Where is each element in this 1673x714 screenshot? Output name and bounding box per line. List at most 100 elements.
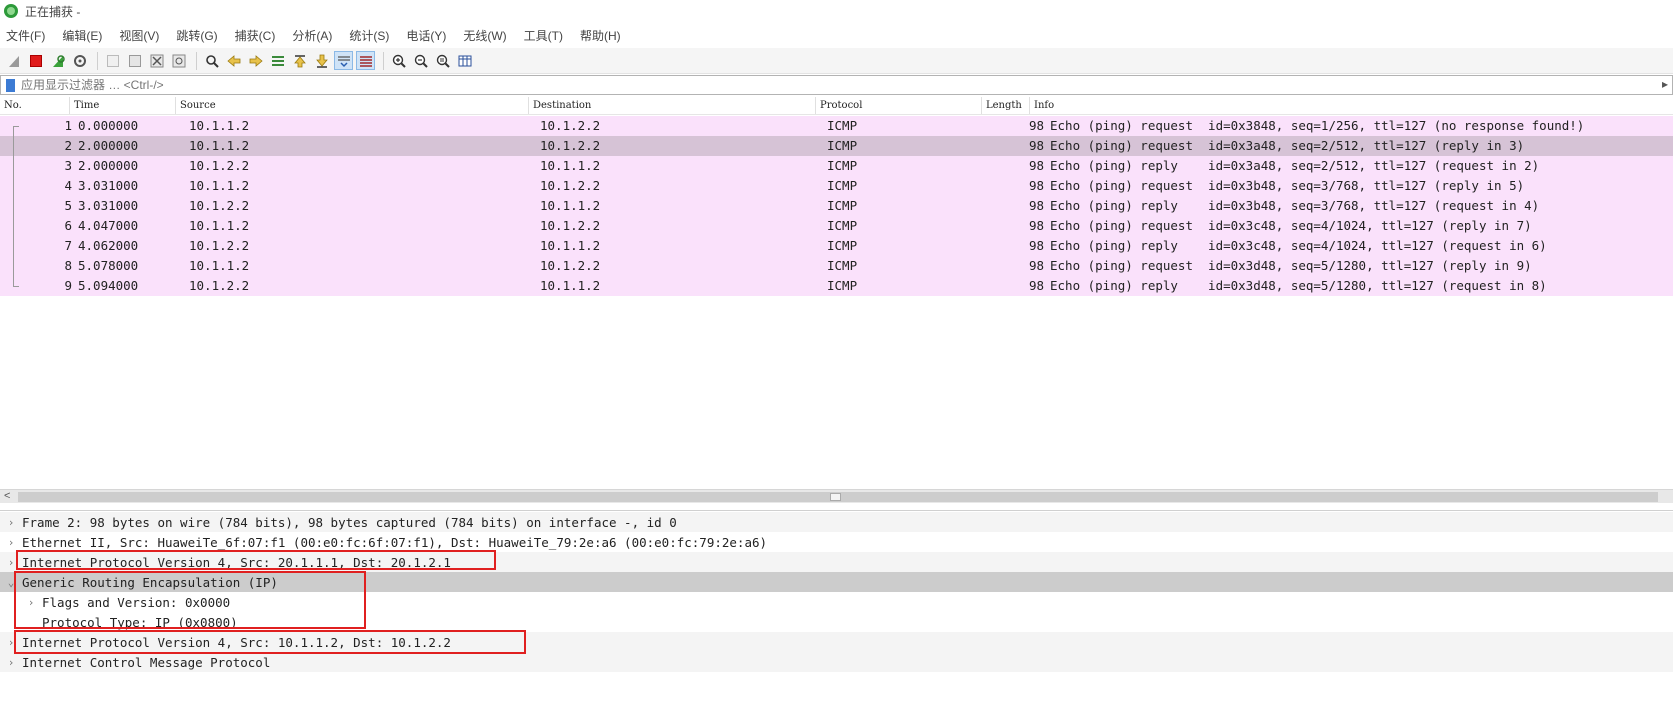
packet-info: Echo (ping) request id=0x3a48, seq=2/512… (1050, 138, 1525, 153)
expand-chevron-icon[interactable]: › (26, 596, 36, 609)
packet-length: 98 (1028, 118, 1044, 133)
tree-item-label: Internet Protocol Version 4, Src: 10.1.1… (22, 634, 451, 650)
colorize-icon[interactable] (356, 51, 375, 70)
packet-row[interactable]: 1 0.000000 10.1.1.2 10.1.2.2 ICMP 98 Ech… (0, 116, 1673, 136)
toolbar-separator (383, 51, 384, 70)
packet-row[interactable]: 6 4.047000 10.1.1.2 10.1.2.2 ICMP 98 Ech… (0, 216, 1673, 236)
tree-item-frame[interactable]: › Frame 2: 98 bytes on wire (784 bits), … (0, 512, 1673, 532)
shark-fin-start-icon[interactable] (4, 51, 23, 70)
menu-capture[interactable]: 捕获(C) (235, 27, 276, 44)
pane-splitter[interactable] (0, 503, 1673, 511)
packet-no: 5 (64, 198, 72, 213)
packet-protocol: ICMP (827, 198, 858, 213)
packet-length: 98 (1028, 258, 1044, 273)
column-header-time[interactable]: Time (70, 97, 176, 114)
expand-chevron-icon[interactable]: › (6, 536, 16, 549)
packet-row[interactable]: 4 3.031000 10.1.1.2 10.1.2.2 ICMP 98 Ech… (0, 176, 1673, 196)
packet-time: 4.062000 (78, 238, 139, 253)
packet-no: 8 (64, 258, 72, 273)
packet-source: 10.1.1.2 (189, 118, 250, 133)
packet-row[interactable]: 9 5.094000 10.1.2.2 10.1.1.2 ICMP 98 Ech… (0, 276, 1673, 296)
packet-protocol: ICMP (827, 138, 858, 153)
tree-item-icmp[interactable]: › Internet Control Message Protocol (0, 652, 1673, 672)
filter-bookmark-icon[interactable] (6, 78, 15, 92)
zoom-normal-icon[interactable] (433, 51, 452, 70)
packet-length: 98 (1028, 198, 1044, 213)
column-header-destination[interactable]: Destination (529, 97, 816, 114)
stop-capture-icon[interactable] (26, 51, 45, 70)
menu-tools[interactable]: 工具(T) (524, 27, 563, 44)
zoom-out-icon[interactable] (411, 51, 430, 70)
expand-chevron-icon[interactable]: › (6, 516, 16, 529)
tree-item-label: Generic Routing Encapsulation (IP) (22, 574, 278, 590)
tree-item-outer-ipv4[interactable]: › Internet Protocol Version 4, Src: 20.1… (0, 552, 1673, 572)
expand-chevron-icon[interactable]: › (6, 656, 16, 669)
packet-row[interactable]: 5 3.031000 10.1.2.2 10.1.1.2 ICMP 98 Ech… (0, 196, 1673, 216)
restart-capture-icon[interactable] (48, 51, 67, 70)
menu-help[interactable]: 帮助(H) (580, 27, 621, 44)
menu-bar: 文件(F) 编辑(E) 视图(V) 跳转(G) 捕获(C) 分析(A) 统计(S… (0, 24, 638, 46)
packet-info: Echo (ping) reply id=0x3d48, seq=5/1280,… (1050, 278, 1547, 293)
column-header-source[interactable]: Source (176, 97, 529, 114)
autoscroll-icon[interactable] (334, 51, 353, 70)
packet-time: 3.031000 (78, 178, 139, 193)
tree-item-gre-protocol-type[interactable]: › Protocol Type: IP (0x0800) (0, 612, 1673, 632)
close-file-icon[interactable] (147, 51, 166, 70)
tree-item-inner-ipv4[interactable]: › Internet Protocol Version 4, Src: 10.1… (0, 632, 1673, 652)
menu-go[interactable]: 跳转(G) (176, 27, 217, 44)
packet-destination: 10.1.2.2 (540, 218, 601, 233)
reload-file-icon[interactable] (169, 51, 188, 70)
tree-item-gre[interactable]: ⌄ Generic Routing Encapsulation (IP) (0, 572, 1673, 592)
go-back-icon[interactable] (224, 51, 243, 70)
menu-telephony[interactable]: 电话(Y) (406, 27, 446, 44)
packet-row-selected[interactable]: 2 2.000000 10.1.1.2 10.1.2.2 ICMP 98 Ech… (0, 136, 1673, 156)
menu-statistics[interactable]: 统计(S) (349, 27, 389, 44)
toolbar-separator (196, 51, 197, 70)
packet-length: 98 (1028, 178, 1044, 193)
zoom-in-icon[interactable] (389, 51, 408, 70)
scroll-left-icon[interactable]: < (4, 490, 10, 502)
packet-time: 3.031000 (78, 198, 139, 213)
go-first-icon[interactable] (290, 51, 309, 70)
menu-file[interactable]: 文件(F) (6, 27, 45, 44)
packet-info: Echo (ping) request id=0x3848, seq=1/256… (1050, 118, 1585, 133)
packet-row[interactable]: 8 5.078000 10.1.1.2 10.1.2.2 ICMP 98 Ech… (0, 256, 1673, 276)
menu-edit[interactable]: 编辑(E) (62, 27, 102, 44)
column-header-info[interactable]: Info (1030, 97, 1673, 114)
menu-analyze[interactable]: 分析(A) (292, 27, 332, 44)
packet-source: 10.1.1.2 (189, 218, 250, 233)
go-to-packet-icon[interactable] (268, 51, 287, 70)
packet-no: 7 (64, 238, 72, 253)
go-forward-icon[interactable] (246, 51, 265, 70)
resize-columns-icon[interactable] (455, 51, 474, 70)
packet-source: 10.1.2.2 (189, 278, 250, 293)
packet-row[interactable]: 7 4.062000 10.1.2.2 10.1.1.2 ICMP 98 Ech… (0, 236, 1673, 256)
packet-time: 4.047000 (78, 218, 139, 233)
expand-chevron-icon[interactable]: › (6, 636, 16, 649)
menu-wireless[interactable]: 无线(W) (463, 27, 506, 44)
packet-protocol: ICMP (827, 118, 858, 133)
tree-item-gre-flags[interactable]: › Flags and Version: 0x0000 (0, 592, 1673, 612)
column-header-protocol[interactable]: Protocol (816, 97, 982, 114)
filter-dropdown-icon[interactable]: ▸ (1662, 77, 1668, 91)
open-file-icon[interactable] (103, 51, 122, 70)
column-header-length[interactable]: Length (982, 97, 1030, 114)
save-file-icon[interactable] (125, 51, 144, 70)
tree-item-ethernet[interactable]: › Ethernet II, Src: HuaweiTe_6f:07:f1 (0… (0, 532, 1673, 552)
column-header-no[interactable]: No. (0, 97, 70, 114)
expand-chevron-icon[interactable]: › (6, 556, 16, 569)
capture-options-icon[interactable] (70, 51, 89, 70)
collapse-chevron-icon[interactable]: ⌄ (6, 576, 16, 589)
go-last-icon[interactable] (312, 51, 331, 70)
find-packet-icon[interactable] (202, 51, 221, 70)
display-filter-bar: ▸ (0, 75, 1673, 95)
packet-row[interactable]: 3 2.000000 10.1.2.2 10.1.1.2 ICMP 98 Ech… (0, 156, 1673, 176)
menu-view[interactable]: 视图(V) (119, 27, 159, 44)
packet-protocol: ICMP (827, 178, 858, 193)
title-bar: 正在捕获 - (0, 0, 1673, 22)
tree-item-label: Ethernet II, Src: HuaweiTe_6f:07:f1 (00:… (22, 534, 768, 550)
packet-list-hscrollbar[interactable]: < (0, 489, 1673, 503)
packet-source: 10.1.2.2 (189, 158, 250, 173)
display-filter-input[interactable] (21, 78, 921, 92)
related-packets-line (13, 286, 19, 287)
